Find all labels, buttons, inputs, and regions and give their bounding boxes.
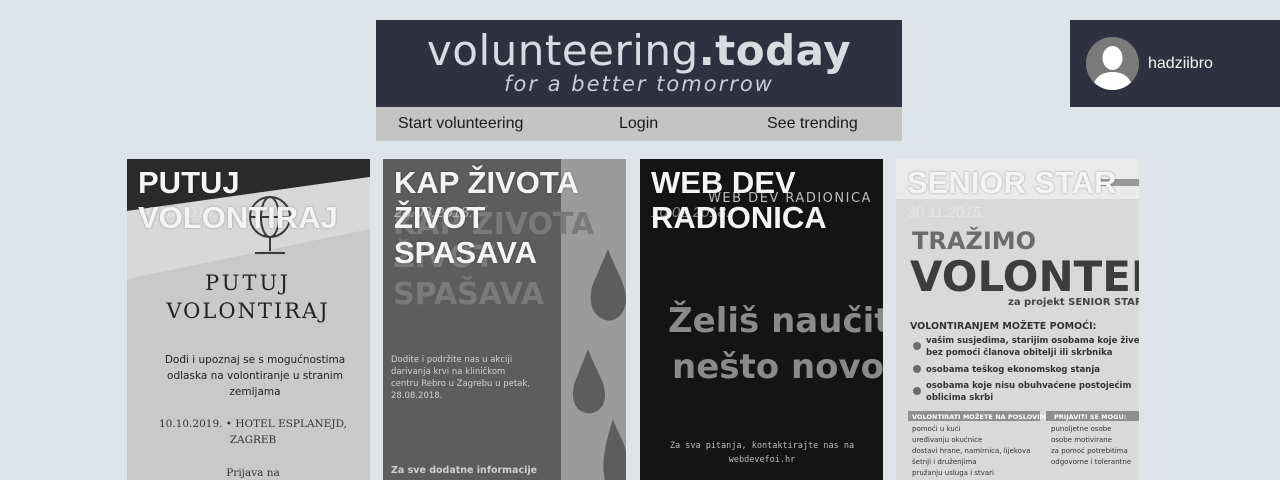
poster-help-5: oblicima skrbi	[926, 393, 993, 403]
event-title[interactable]: WEB DEV RADIONICA	[651, 165, 877, 235]
user-profile-box[interactable]: hadziibro	[1070, 20, 1280, 107]
logo-title: volunteering.today	[376, 26, 902, 75]
event-card-web-dev-radionica[interactable]: WEB DEV RADIONICA Želiš naučit nešto nov…	[640, 159, 883, 480]
poster-col-left-3: šetnji i druženjima	[912, 458, 977, 466]
poster-col-right-0: punoljetne osobe	[1051, 425, 1111, 433]
site-logo-banner[interactable]: volunteering.today for a better tomorrow	[376, 20, 902, 107]
poster-col-right-3: odgovorne i tolerantne	[1051, 458, 1131, 466]
avatar[interactable]	[1086, 37, 1139, 90]
poster-col-left-2: dostavi hrane, namirnica, lijekova	[912, 447, 1030, 455]
poster-col-left-0: pomoći u kući	[912, 425, 961, 433]
poster-body-3: zemljama	[229, 386, 280, 398]
poster-footer: Prijava na	[226, 467, 280, 479]
poster-col-left-title: VOLONTIRATI MOŽETE NA POSLOVIMA:	[912, 412, 1054, 421]
poster-col-left-4: pružanju usluga i stvari	[912, 469, 994, 477]
poster-head-2: VOLONTERE	[910, 252, 1139, 301]
poster-heading-2: VOLONTIRAJ	[165, 299, 329, 323]
event-title[interactable]: SENIOR STAR	[907, 165, 1133, 200]
poster-body-1: Dođi i upoznaj se s mogućnostima	[165, 354, 345, 366]
poster-col-right-2: za pomoć potrebitima	[1051, 447, 1128, 455]
poster-head-1: TRAŽIMO	[912, 226, 1036, 255]
poster-help-3: osobama teškog ekonomskog stanja	[926, 364, 1100, 375]
event-card-senior-star[interactable]: TRAŽIMO VOLONTERE za projekt SENIOR STAR…	[896, 159, 1139, 480]
nav-see-trending[interactable]: See trending	[767, 115, 858, 133]
poster-contact-1: Za sva pitanja, kontaktirajte nas na	[670, 441, 854, 451]
event-title[interactable]: PUTUJ VOLONTIRAJ	[138, 165, 364, 235]
poster-col-right-title: PRIJAVITI SE MOGU:	[1054, 413, 1126, 421]
event-date: 30.11.2015.	[907, 204, 986, 221]
poster-line-1: Želiš naučit	[668, 300, 883, 341]
poster-body-2: darivanja krvi na kliničkom	[391, 366, 505, 377]
poster-event-1: 10.10.2019. • HOTEL ESPLANEJD,	[159, 418, 347, 430]
main-nav: Start volunteering Login See trending	[376, 107, 902, 141]
poster-help-title: VOLONTIRANJEM MOŽETE POMOĆI:	[910, 320, 1096, 332]
logo-title-bold: .today	[698, 26, 852, 75]
logo-tagline: for a better tomorrow	[504, 72, 774, 96]
poster-line-2: nešto novo?	[672, 347, 883, 387]
poster-body-4: 28.08.2018.	[391, 391, 442, 401]
nav-login[interactable]: Login	[619, 115, 658, 133]
poster-help-2: bez pomoći članova obitelji ili skrbnika	[926, 347, 1113, 358]
nav-start-volunteering[interactable]: Start volunteering	[398, 115, 523, 133]
logo-title-light: volunteering	[426, 26, 699, 75]
poster-bg-3: SPAŠAVA	[393, 275, 545, 312]
poster-footer: Za sve dodatne informacije	[391, 465, 537, 476]
user-silhouette-icon	[1086, 37, 1139, 90]
poster-col-left-1: uređivanju okućnice	[912, 436, 982, 444]
poster-help-4: osobama koje nisu obuhvaćene postojećim	[926, 380, 1131, 391]
username: hadziibro	[1148, 55, 1213, 72]
poster-heading-1: PUTUJ	[205, 271, 291, 295]
event-title[interactable]: KAP ŽIVOTA ŽIVOT SPASAVA	[394, 165, 620, 270]
event-card-putuj-volontiraj[interactable]: PUTUJ VOLONTIRAJ Dođi i upoznaj se s mog…	[127, 159, 370, 480]
poster-body-1: Dodite i podržite nas u akciji	[391, 355, 512, 365]
poster-help-1: vašim susjedima, starijim osobama koje ž…	[926, 335, 1139, 346]
poster-contact-2: webdevefoi.hr	[729, 455, 796, 465]
poster-body-2: odlaska na volontiranje u stranim	[167, 370, 343, 382]
event-card-kap-zivota[interactable]: KAP ŽIVOTA ŽIVOT SPAŠAVA Dodite i podrži…	[383, 159, 626, 480]
poster-col-right-1: osobe motivirane	[1051, 436, 1112, 444]
poster-event-2: ZAGREB	[230, 434, 277, 446]
poster-body-3: centru Rebro u Zagrebu u petak,	[391, 379, 530, 389]
poster-sub: za projekt SENIOR STAR	[1008, 297, 1139, 308]
